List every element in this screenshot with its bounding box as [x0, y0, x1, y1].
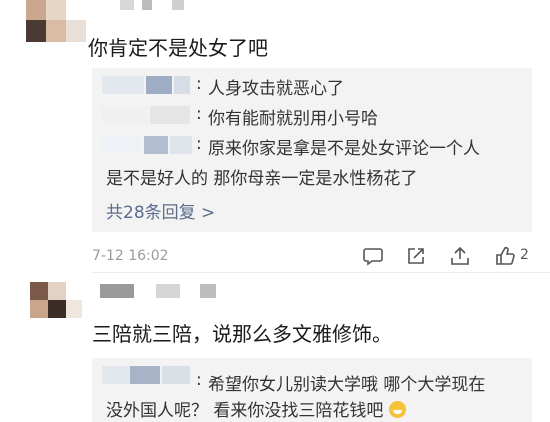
- reply-text: 你有能耐就别用小号哈: [208, 109, 378, 129]
- like-icon[interactable]: [494, 245, 516, 267]
- like-count: 2: [520, 247, 529, 263]
- name-pixel: [172, 0, 184, 10]
- name-pixel: [100, 284, 134, 298]
- reply-text: 是不是好人的 那你母亲一定是水性杨花了: [106, 169, 418, 189]
- name-pixel: [102, 366, 130, 384]
- username-mosaic[interactable]: [100, 284, 300, 300]
- name-pixel: [142, 0, 152, 10]
- name-pixel: [170, 136, 192, 154]
- replier-name-mosaic[interactable]: [102, 364, 192, 386]
- name-pixel: [102, 76, 144, 94]
- replier-name-mosaic[interactable]: [102, 74, 202, 96]
- reply-box[interactable]: : 人身攻击就恶心了 : 你有能耐就别用小号哈 : 原来你家是拿是不是处女评论一…: [92, 68, 532, 232]
- avatar[interactable]: [26, 0, 86, 44]
- name-pixel: [130, 366, 160, 384]
- name-pixel: [144, 136, 168, 154]
- avatar-pixel: [30, 300, 48, 318]
- share-icon[interactable]: [449, 245, 471, 267]
- timestamp: 7-12 16:02: [92, 248, 169, 264]
- avatar-pixel: [66, 300, 82, 318]
- avatar-pixel: [26, 0, 46, 20]
- name-pixel: [174, 76, 190, 94]
- reply-colon: :: [196, 134, 202, 154]
- name-pixel: [162, 366, 190, 384]
- reply-colon: :: [196, 104, 202, 124]
- name-pixel: [150, 106, 190, 124]
- avatar-pixel: [26, 20, 46, 42]
- reply-box[interactable]: : 希望你女儿别读大学哦 哪个大学现在 没外国人呢？ 看来你没找三陪花钱吧: [92, 358, 532, 422]
- reply-text-span: 没外国人呢？ 看来你没找三陪花钱吧: [106, 401, 384, 421]
- name-pixel: [120, 0, 134, 10]
- avatar-pixel: [30, 282, 48, 300]
- replier-name-mosaic[interactable]: [102, 104, 202, 126]
- avatar-pixel: [46, 0, 66, 20]
- avatar-pixel: [48, 282, 66, 300]
- comment-icon[interactable]: [362, 245, 384, 267]
- reply-colon: :: [196, 74, 202, 94]
- name-pixel: [156, 284, 180, 298]
- avatar-pixel: [46, 20, 66, 42]
- name-pixel: [102, 106, 148, 124]
- comment-text: 你肯定不是处女了吧: [88, 36, 268, 60]
- name-pixel: [146, 76, 172, 94]
- reply-text: 希望你女儿别读大学哦 哪个大学现在: [208, 375, 486, 395]
- reply-text: 没外国人呢？ 看来你没找三陪花钱吧: [106, 396, 406, 421]
- share-icon[interactable]: [405, 245, 427, 267]
- reply-colon: :: [196, 370, 202, 390]
- avatar[interactable]: [30, 282, 82, 322]
- reply-text: 人身攻击就恶心了: [208, 79, 344, 99]
- name-pixel: [200, 284, 216, 298]
- comment-text: 三陪就三陪，说那么多文雅修饰。: [92, 322, 392, 346]
- avatar-pixel: [66, 20, 86, 42]
- comment-divider: [92, 272, 550, 273]
- username-mosaic[interactable]: [120, 0, 200, 12]
- more-replies-link[interactable]: 共28条回复 >: [106, 198, 215, 223]
- reply-text: 原来你家是拿是不是处女评论一个人: [208, 139, 480, 159]
- avatar-pixel: [48, 300, 66, 318]
- replier-name-mosaic[interactable]: [102, 134, 202, 156]
- name-pixel: [102, 136, 142, 154]
- grinning-face-emoji: [388, 401, 406, 418]
